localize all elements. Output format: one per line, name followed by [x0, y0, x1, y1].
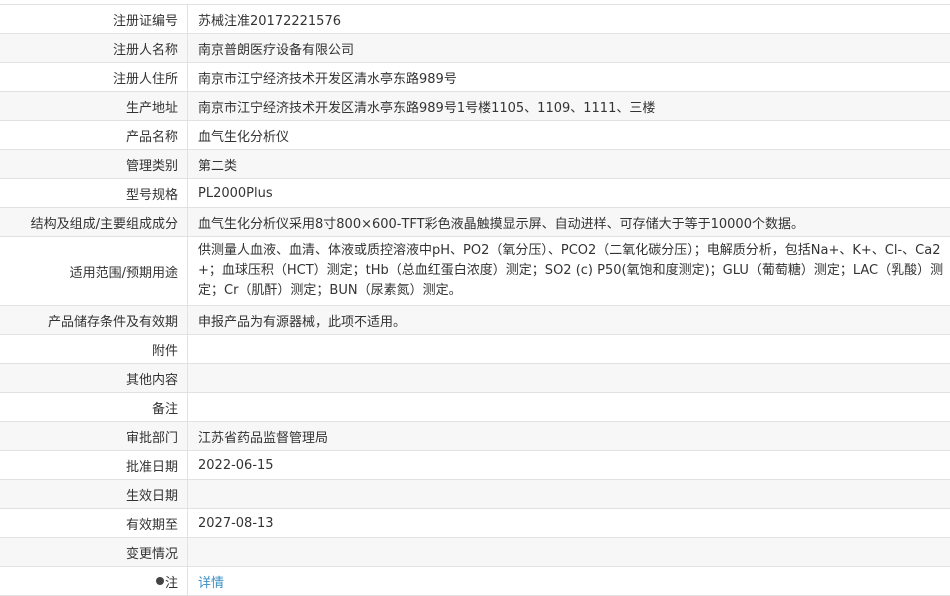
- field-label: 产品名称: [0, 121, 188, 149]
- row-approval-department: 审批部门 江苏省药品监督管理局: [0, 422, 950, 451]
- field-value: [188, 335, 950, 363]
- field-value: 江苏省药品监督管理局: [198, 430, 329, 446]
- field-value: 血气生化分析仪采用8寸800×600-TFT彩色液晶触摸显示屏、自动进样、可存储…: [198, 216, 804, 232]
- field-value: [188, 393, 950, 421]
- field-value: [188, 538, 950, 566]
- field-label: 变更情况: [0, 538, 188, 566]
- field-label: 生产地址: [0, 92, 188, 120]
- field-label: 结构及组成/主要组成成分: [0, 208, 188, 236]
- row-valid-until: 有效期至 2027-08-13: [0, 509, 950, 538]
- row-storage-conditions: 产品储存条件及有效期 申报产品为有源器械，此项不适用。: [0, 306, 950, 335]
- field-label: 备注: [0, 393, 188, 421]
- field-label: 注册人名称: [0, 34, 188, 62]
- field-value: 供测量人血液、血清、体液或质控溶液中pH、PO2（氧分压）、PCO2（二氧化碳分…: [198, 243, 944, 298]
- field-value: 申报产品为有源器械，此项不适用。: [198, 314, 407, 330]
- field-label: 型号规格: [0, 179, 188, 207]
- row-registrant-name: 注册人名称 南京普朗医疗设备有限公司: [0, 34, 950, 63]
- details-link[interactable]: 详情: [198, 572, 224, 591]
- field-value: 2022-06-15: [198, 457, 274, 473]
- note-value: 详情: [188, 567, 950, 595]
- row-other-content: 其他内容: [0, 364, 950, 393]
- row-change-status: 变更情况: [0, 538, 950, 567]
- row-attachments: 附件: [0, 335, 950, 364]
- field-label: 产品储存条件及有效期: [0, 306, 188, 334]
- row-product-name: 产品名称 血气生化分析仪: [0, 121, 950, 150]
- field-value: 2027-08-13: [198, 515, 274, 531]
- field-label: 注册证编号: [0, 5, 188, 33]
- field-label: 附件: [0, 335, 188, 363]
- field-label: 审批部门: [0, 422, 188, 450]
- field-value: 南京市江宁经济技术开发区清水亭东路989号1号楼1105、1109、1111、三…: [198, 100, 656, 116]
- field-value: 南京市江宁经济技术开发区清水亭东路989号: [198, 71, 457, 87]
- field-value: 南京普朗医疗设备有限公司: [198, 42, 355, 58]
- field-value: 血气生化分析仪: [198, 129, 290, 145]
- row-structure-composition: 结构及组成/主要组成成分 血气生化分析仪采用8寸800×600-TFT彩色液晶触…: [0, 208, 950, 237]
- row-model-spec: 型号规格 PL2000Plus: [0, 179, 950, 208]
- row-remarks: 备注: [0, 393, 950, 422]
- field-value: [188, 364, 950, 392]
- row-registration-number: 注册证编号 苏械注准20172221576: [0, 5, 950, 34]
- field-label: 批准日期: [0, 451, 188, 479]
- row-registrant-address: 注册人住所 南京市江宁经济技术开发区清水亭东路989号: [0, 63, 950, 92]
- field-label: 有效期至: [0, 509, 188, 537]
- row-management-category: 管理类别 第二类: [0, 150, 950, 179]
- field-label: 注册人住所: [0, 63, 188, 91]
- field-label: 管理类别: [0, 150, 188, 178]
- registration-table: 注册证编号 苏械注准20172221576 注册人名称 南京普朗医疗设备有限公司…: [0, 4, 950, 596]
- field-label: 其他内容: [0, 364, 188, 392]
- row-note: 注 详情: [0, 567, 950, 596]
- field-label: 生效日期: [0, 480, 188, 508]
- row-intended-use: 适用范围/预期用途 供测量人血液、血清、体液或质控溶液中pH、PO2（氧分压）、…: [0, 237, 950, 306]
- bulb-icon: [155, 577, 164, 585]
- field-value: [188, 480, 950, 508]
- field-value: 第二类: [198, 158, 238, 174]
- field-value: 苏械注准20172221576: [198, 13, 341, 29]
- note-label: 注: [0, 567, 188, 595]
- row-effective-date: 生效日期: [0, 480, 950, 509]
- field-label: 适用范围/预期用途: [0, 237, 188, 305]
- field-value: PL2000Plus: [198, 185, 273, 201]
- row-production-address: 生产地址 南京市江宁经济技术开发区清水亭东路989号1号楼1105、1109、1…: [0, 92, 950, 121]
- note-label-text: 注: [164, 575, 178, 591]
- row-approval-date: 批准日期 2022-06-15: [0, 451, 950, 480]
